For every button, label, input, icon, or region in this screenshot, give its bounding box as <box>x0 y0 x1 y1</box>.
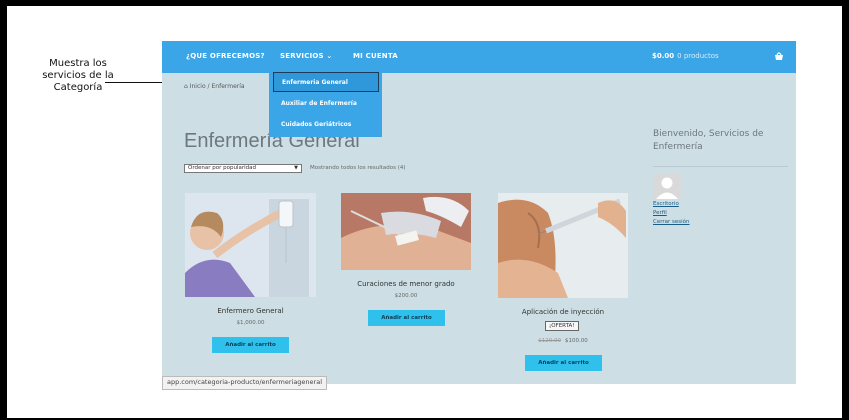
annotation-line: servicios de la <box>42 70 114 81</box>
chevron-down-icon: ▼ <box>294 165 298 171</box>
top-nav: ¿QUE OFRECEMOS? SERVICIOS ⌄ MI CUENTA $0… <box>162 41 796 73</box>
breadcrumb-home[interactable]: Inicio <box>190 83 206 90</box>
product-name[interactable]: Aplicación de inyección <box>498 308 628 316</box>
add-to-cart-button[interactable]: Añadir al carrito <box>525 355 602 371</box>
cart-total: $0.00 <box>652 52 675 60</box>
product-image[interactable] <box>498 193 628 298</box>
nav-servicios[interactable]: SERVICIOS ⌄ <box>280 52 332 60</box>
add-to-cart-button[interactable]: Añadir al carrito <box>212 337 289 353</box>
status-bar-url: app.com/categoria-producto/enfermeriagen… <box>162 376 328 390</box>
sidebar-link-cerrar-sesion[interactable]: Cerrar sesión <box>653 219 690 225</box>
cart-count: 0 productos <box>677 52 719 60</box>
dropdown-item-auxiliar[interactable]: Auxiliar de Enfermería <box>273 94 379 114</box>
product-image[interactable] <box>185 193 316 297</box>
dropdown-item-cuidados-geriatricos[interactable]: Cuidados Geriátricos <box>273 115 379 135</box>
product-price: $120.00 $100.00 <box>498 338 628 344</box>
product-name[interactable]: Curaciones de menor grado <box>341 280 471 288</box>
annotation-line: Categoría <box>53 82 103 93</box>
breadcrumb: ⌂ Inicio / Enfermería <box>184 83 245 90</box>
avatar <box>653 174 681 199</box>
breadcrumb-current: Enfermería <box>211 83 245 90</box>
sidebar-link-escritorio[interactable]: Escritorio <box>653 201 679 207</box>
product-card: Aplicación de inyección ¡OFERTA! $120.00… <box>498 193 628 373</box>
sidebar-link-perfil[interactable]: Perfil <box>653 210 667 216</box>
basket-icon[interactable] <box>773 50 785 62</box>
breadcrumb-separator: / <box>207 83 210 90</box>
sale-badge: ¡OFERTA! <box>545 321 579 331</box>
servicios-dropdown-menu: Enfermeria General Auxiliar de Enfermerí… <box>269 70 382 137</box>
product-card: Enfermero General $1,000.00 Añadir al ca… <box>185 193 316 353</box>
dropdown-item-enfermeria-general[interactable]: Enfermeria General <box>273 72 379 92</box>
sidebar-welcome: Bienvenido, Servicios de Enfermería <box>653 129 764 152</box>
home-icon[interactable]: ⌂ <box>184 83 188 90</box>
product-image[interactable] <box>341 193 471 270</box>
annotation-text: Muestra los servicios de la Categoría <box>30 58 126 94</box>
add-to-cart-button[interactable]: Añadir al carrito <box>368 310 445 326</box>
annotation-line: Muestra los <box>49 58 107 69</box>
website: ¿QUE OFRECEMOS? SERVICIOS ⌄ MI CUENTA $0… <box>162 41 796 384</box>
sort-selected-value: Ordenar por popularidad <box>188 165 256 171</box>
product-price: $1,000.00 <box>236 320 265 326</box>
product-name[interactable]: Enfermero General <box>185 307 316 315</box>
sale-price: $100.00 <box>565 338 588 344</box>
nav-que-ofrecemos[interactable]: ¿QUE OFRECEMOS? <box>186 52 265 60</box>
product-price: $200.00 <box>394 293 418 299</box>
result-count: Mostrando todos los resultados (4) <box>310 165 406 171</box>
product-card: Curaciones de menor grado $200.00 Añadir… <box>341 193 471 328</box>
sidebar-divider <box>653 166 788 167</box>
old-price: $120.00 <box>538 338 561 344</box>
nav-mi-cuenta[interactable]: MI CUENTA <box>353 52 398 60</box>
cart-link[interactable]: $0.00 0 productos <box>652 52 719 60</box>
sort-select[interactable]: Ordenar por popularidad ▼ <box>184 164 302 173</box>
